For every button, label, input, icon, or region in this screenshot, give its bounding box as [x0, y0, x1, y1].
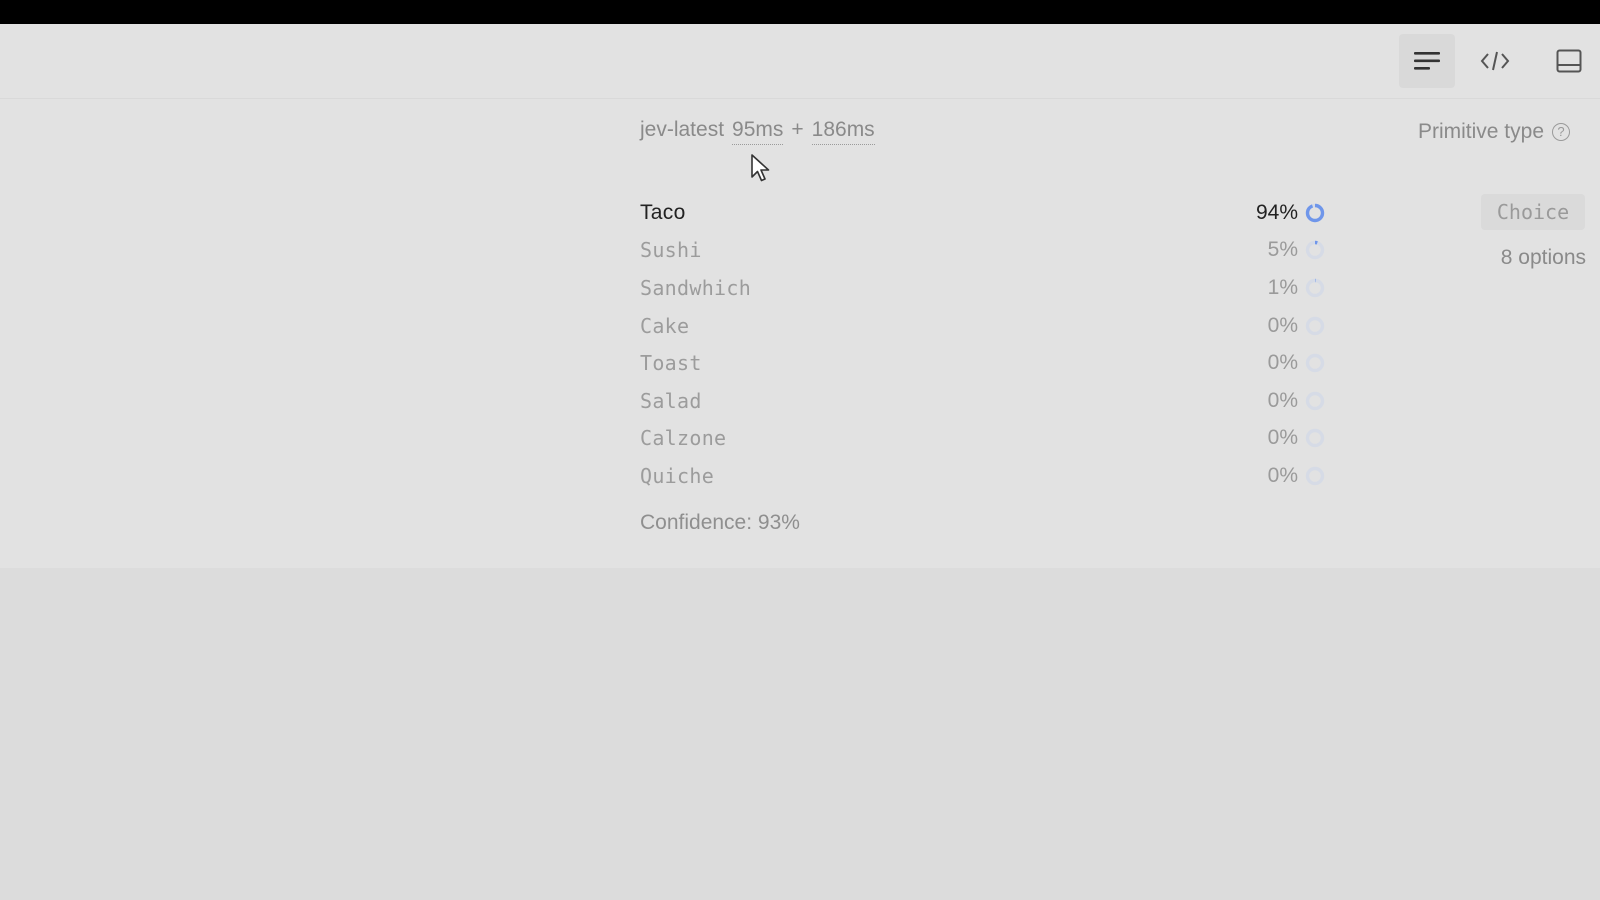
result-score: 0% [1238, 426, 1326, 450]
result-row: Toast 0% [640, 344, 1326, 382]
mouse-cursor-icon [750, 153, 772, 188]
result-percent: 0% [1267, 388, 1298, 412]
result-score: 0% [1238, 464, 1326, 488]
result-label: Quiche [640, 463, 715, 488]
probability-ring-icon [1305, 466, 1325, 486]
result-label: Cake [640, 313, 690, 338]
primitive-type-text: Primitive type [1417, 120, 1544, 143]
ring-track [1305, 353, 1325, 373]
result-row: Sushi 5% [640, 232, 1326, 270]
probability-ring-icon [1305, 203, 1325, 222]
toolbar [0, 24, 1600, 99]
ring-track [1305, 316, 1325, 335]
panel-icon [1556, 49, 1582, 73]
plus-sign: + [791, 118, 804, 141]
primitive-type-label: Primitive type ? [1418, 120, 1570, 144]
ring-track [1305, 241, 1325, 260]
result-percent: 94% [1255, 200, 1298, 224]
result-score: 0% [1238, 314, 1326, 338]
primitive-type-badge: Choice [1481, 194, 1585, 230]
probability-ring-icon [1305, 316, 1325, 335]
result-score: 0% [1238, 389, 1326, 413]
text-view-button[interactable] [1399, 34, 1455, 88]
result-label: Salad [640, 388, 702, 413]
result-label: Sushi [640, 238, 702, 263]
run-info: jev-latest 95ms + 186ms [640, 118, 875, 150]
result-label: Toast [640, 351, 702, 376]
result-percent: 0% [1267, 426, 1298, 450]
code-view-button[interactable] [1467, 34, 1523, 88]
result-row: Taco 94% [640, 194, 1326, 232]
code-icon [1480, 50, 1510, 72]
result-label: Sandwhich [640, 275, 752, 300]
panel-view-button[interactable] [1541, 34, 1597, 88]
result-score: 94% [1238, 201, 1326, 225]
result-label: Taco [640, 200, 686, 224]
probability-ring-icon [1305, 353, 1325, 373]
confidence-score: Confidence: 93% [640, 511, 800, 534]
ring-track [1305, 429, 1325, 448]
model-name: jev-latest [640, 118, 725, 141]
result-score: 5% [1238, 238, 1326, 262]
ring-track [1305, 391, 1325, 410]
result-score: 1% [1238, 276, 1326, 300]
latency-1[interactable]: 95ms [732, 118, 784, 145]
top-black-bar [0, 0, 1600, 24]
options-count: 8 options [1500, 246, 1586, 269]
ring-fill [1305, 203, 1325, 222]
result-row: Salad 0% [640, 382, 1326, 420]
results-list: Taco 94% Sushi 5% Sandwhich 1% Cake 0% Toast 0% Sa… [640, 194, 1326, 495]
result-label: Calzone [640, 426, 727, 451]
result-percent: 1% [1267, 275, 1298, 299]
result-percent: 5% [1267, 238, 1298, 262]
probability-ring-icon [1305, 429, 1325, 448]
latency-2[interactable]: 186ms [811, 118, 875, 145]
result-row: Sandwhich 1% [640, 269, 1326, 307]
probability-ring-icon [1305, 391, 1325, 410]
result-score: 0% [1238, 351, 1326, 375]
result-percent: 0% [1267, 351, 1298, 375]
result-row: Cake 0% [640, 307, 1326, 345]
ring-track [1305, 466, 1325, 486]
result-row: Quiche 0% [640, 457, 1326, 495]
result-row: Calzone 0% [640, 420, 1326, 458]
ring-track [1305, 278, 1325, 298]
lines-icon [1413, 50, 1441, 72]
result-percent: 0% [1267, 313, 1298, 337]
probability-ring-icon [1305, 278, 1325, 298]
result-percent: 0% [1267, 463, 1298, 487]
help-icon[interactable]: ? [1552, 123, 1570, 141]
probability-ring-icon [1305, 241, 1325, 260]
